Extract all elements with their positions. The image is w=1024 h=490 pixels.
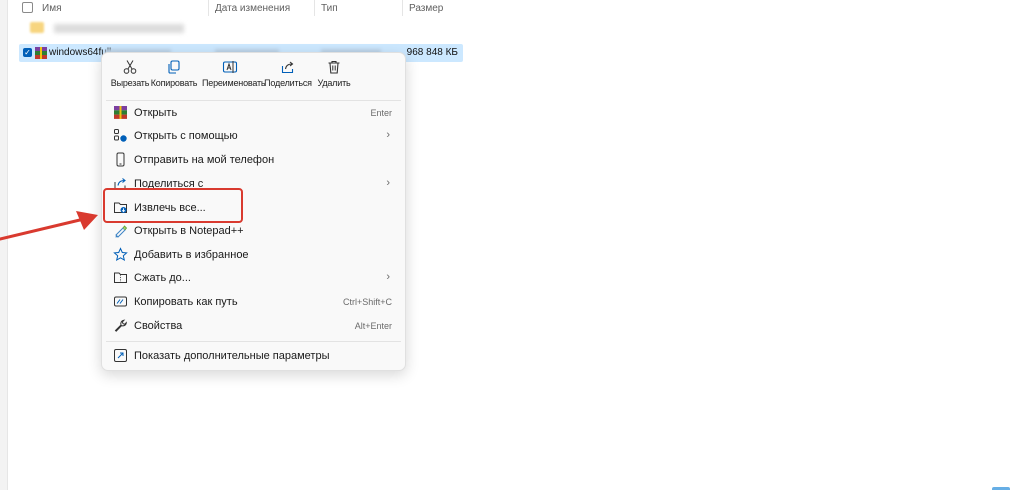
shortcut-text: Enter	[370, 108, 392, 118]
copy-path-icon	[114, 296, 127, 307]
scissors-icon	[123, 60, 137, 74]
rename-button[interactable]: Переименовать	[202, 59, 266, 88]
column-date[interactable]: Дата изменения	[215, 3, 290, 14]
notepad-icon	[115, 225, 128, 238]
open-with-icon	[114, 129, 127, 142]
menu-item-open[interactable]: Открыть Enter	[106, 102, 401, 124]
column-name[interactable]: Имя	[42, 3, 61, 14]
quick-actions-bar: Вырезать Копировать Переименовать Подели…	[102, 59, 405, 97]
copy-button[interactable]: Копировать	[146, 59, 202, 88]
folder-icon	[30, 22, 44, 33]
menu-item-label: Свойства	[134, 320, 183, 332]
menu-divider	[106, 100, 401, 101]
menu-item-send-to-phone[interactable]: Отправить на мой телефон	[106, 149, 401, 171]
column-type[interactable]: Тип	[321, 3, 338, 14]
select-all-checkbox[interactable]	[22, 2, 33, 13]
menu-item-copy-path[interactable]: Копировать как путь Ctrl+Shift+C	[106, 291, 401, 313]
star-icon	[113, 247, 128, 262]
annotation-arrow-icon	[0, 211, 98, 241]
redacted-text	[54, 24, 184, 33]
menu-item-label: Открыть	[134, 107, 178, 119]
share-icon	[281, 61, 294, 74]
more-options-icon	[114, 349, 127, 362]
rename-label: Переименовать	[202, 78, 266, 88]
chevron-right-icon: ›	[386, 271, 390, 283]
copy-label: Копировать	[150, 78, 198, 88]
chevron-right-icon: ›	[386, 129, 390, 141]
file-size: 968 848 КБ	[406, 47, 458, 58]
rename-icon	[222, 61, 238, 73]
menu-item-compress[interactable]: Сжать до... ›	[106, 267, 401, 289]
winrar-icon	[114, 106, 127, 119]
compress-icon	[114, 272, 127, 283]
shortcut-text: Ctrl+Shift+C	[342, 297, 392, 307]
menu-item-label: Копировать как путь	[134, 296, 238, 308]
menu-item-properties[interactable]: Свойства Alt+Enter	[106, 315, 401, 337]
menu-item-more-options[interactable]: Показать дополнительные параметры	[106, 345, 401, 367]
wrench-icon	[114, 319, 127, 332]
menu-item-label: Отправить на мой телефон	[134, 154, 275, 166]
row-checkbox[interactable]: ✓	[23, 48, 32, 57]
column-divider[interactable]	[208, 0, 209, 16]
column-size[interactable]: Размер	[409, 3, 443, 14]
delete-label: Удалить	[317, 78, 351, 88]
menu-item-add-favorites[interactable]: Добавить в избранное	[106, 244, 401, 266]
column-divider[interactable]	[402, 0, 403, 16]
menu-item-label: Открыть с помощью	[134, 130, 238, 142]
winrar-file-icon	[35, 47, 47, 59]
menu-item-label: Открыть в Notepad++	[134, 225, 244, 237]
shortcut-text: Alt+Enter	[354, 321, 392, 331]
phone-icon	[116, 152, 125, 167]
annotation-highlight-box	[103, 188, 243, 223]
column-divider[interactable]	[314, 0, 315, 16]
file-row-blurred[interactable]	[28, 20, 468, 36]
menu-item-open-with[interactable]: Открыть с помощью ›	[106, 125, 401, 147]
trash-icon	[328, 60, 340, 74]
copy-icon	[168, 60, 180, 74]
menu-item-open-notepad[interactable]: Открыть в Notepad++	[106, 220, 401, 242]
menu-item-label: Сжать до...	[134, 272, 191, 284]
menu-divider	[106, 341, 401, 342]
menu-item-label: Показать дополнительные параметры	[134, 350, 330, 362]
menu-item-label: Добавить в избранное	[134, 249, 249, 261]
file-list-header: Имя Дата изменения Тип Размер	[22, 0, 467, 16]
delete-button[interactable]: Удалить	[306, 59, 362, 88]
chevron-right-icon: ›	[386, 177, 390, 189]
